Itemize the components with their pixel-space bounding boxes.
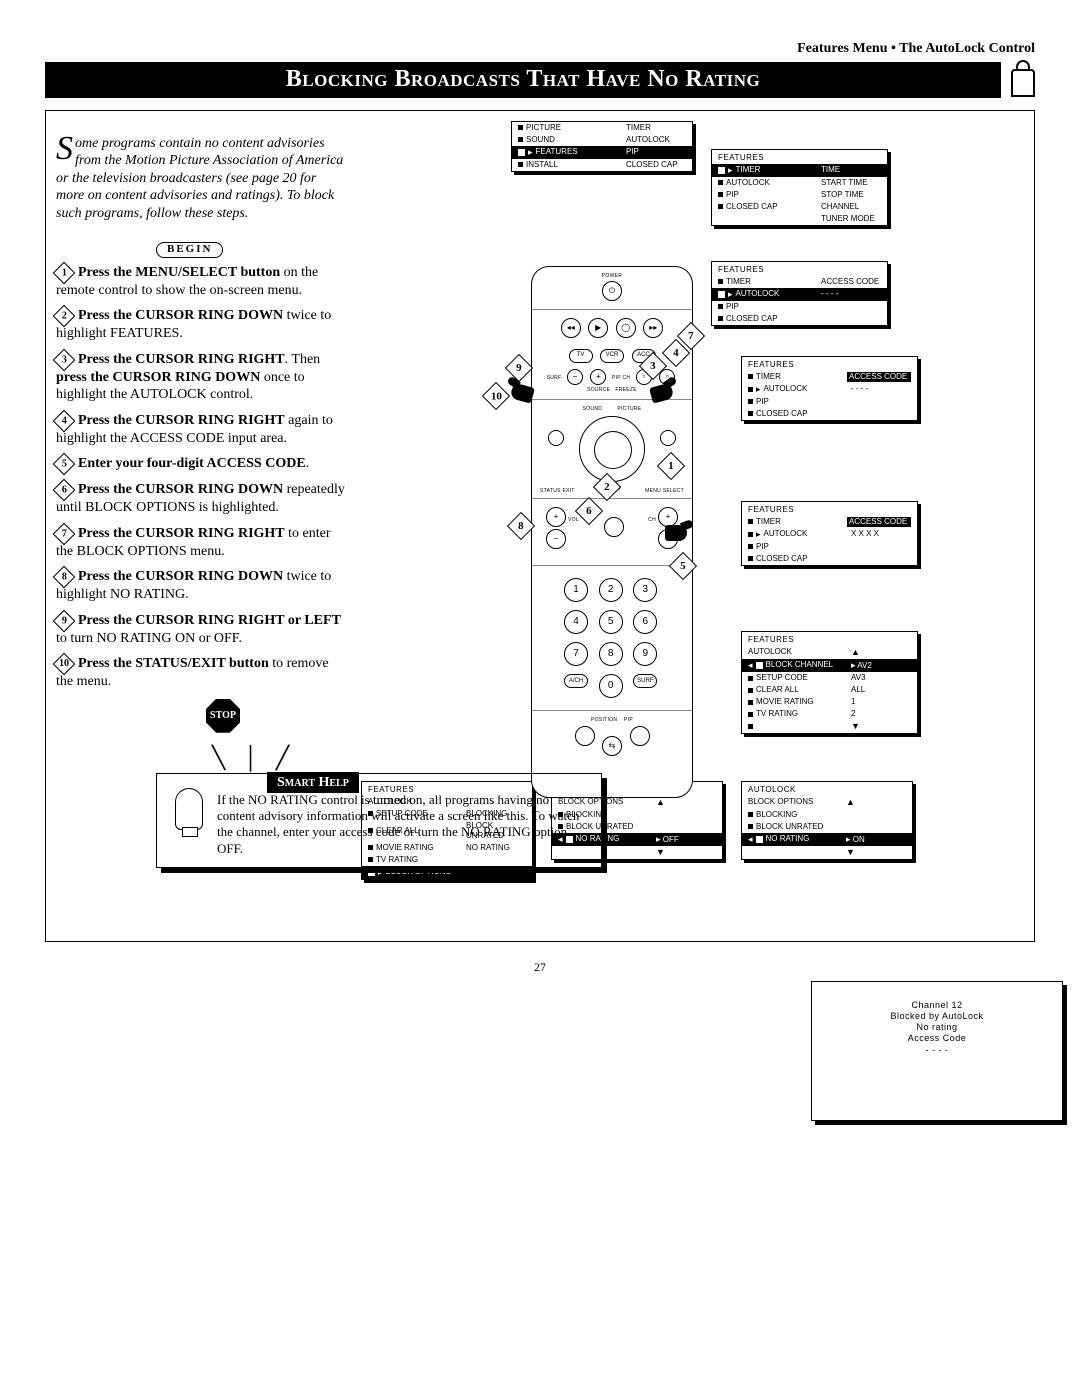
key-3[interactable]: 3 [633, 578, 657, 602]
key-7[interactable]: 7 [564, 642, 588, 666]
step-1: 1Press the MENU/SELECT button on the rem… [56, 264, 346, 300]
dropcap: S [56, 135, 75, 163]
rewind-button[interactable]: ◂◂ [561, 318, 581, 338]
osd-blocked-status: Channel 12 Blocked by AutoLock No rating… [811, 981, 1063, 1121]
key-2[interactable]: 2 [599, 578, 623, 602]
key-1[interactable]: 1 [564, 578, 588, 602]
step-2: 2Press the CURSOR RING DOWN twice to hig… [56, 307, 346, 343]
play-button[interactable]: ▶ [588, 318, 608, 338]
page-title: Blocking Broadcasts That Have No Rating [45, 62, 1001, 98]
bulb-rays-icon: ╲ │ ╱ [212, 744, 295, 772]
key-ach[interactable]: A/CH [564, 674, 588, 688]
begin-badge: BEGIN [156, 242, 223, 258]
stop-badge: STOP [206, 699, 240, 733]
step-8: 8Press the CURSOR RING DOWN twice to hig… [56, 568, 346, 604]
smart-sound-button[interactable] [548, 430, 564, 446]
step-6: 6Press the CURSOR RING DOWN repeatedly u… [56, 481, 346, 517]
step-4: 4Press the CURSOR RING RIGHT again to hi… [56, 412, 346, 448]
osd-features-timer: FEATURES ▸TIMERTIME AUTOLOCKSTART TIME P… [711, 149, 888, 226]
step-7: 7Press the CURSOR RING RIGHT to enter th… [56, 525, 346, 561]
key-5[interactable]: 5 [599, 610, 623, 634]
cursor-ring[interactable] [579, 416, 645, 482]
vol-up[interactable]: + [546, 507, 566, 527]
smart-picture-button[interactable] [660, 430, 676, 446]
hand-icon [661, 521, 691, 547]
smart-help-box: ╲ │ ╱ Smart Help If the NO RATING contro… [156, 773, 602, 868]
content-frame: Some programs contain no content advisor… [45, 110, 1035, 942]
key-4[interactable]: 4 [564, 610, 588, 634]
stop-button[interactable]: ◯ [616, 318, 636, 338]
lightbulb-icon [175, 788, 203, 830]
number-pad: 1 2 3 4 5 6 7 8 9 A/CH 0 SURF [562, 576, 662, 700]
osd-autolock-list: FEATURES AUTOLOCK▲ ◂BLOCK CHANNEL▸ AV2 S… [741, 631, 918, 735]
key-0[interactable]: 0 [599, 674, 623, 698]
step-5: 5Enter your four-digit ACCESS CODE. [56, 455, 346, 473]
step-9: 9Press the CURSOR RING RIGHT or LEFT to … [56, 612, 346, 648]
ffwd-button[interactable]: ▸▸ [643, 318, 663, 338]
vcr-button[interactable]: VCR [600, 349, 624, 363]
key-9[interactable]: 9 [633, 642, 657, 666]
key-6[interactable]: 6 [633, 610, 657, 634]
osd-features-autolock-xxxx: FEATURES TIMERACCESS CODE ▸AUTOLOCKX X X… [741, 501, 918, 566]
pip-button[interactable] [630, 726, 650, 746]
header-breadcrumb: Features Menu • The AutoLock Control [45, 40, 1035, 58]
smart-help-label: Smart Help [267, 772, 359, 794]
smart-help-text: If the NO RATING control is turned on, a… [217, 792, 579, 856]
page-number: 27 [45, 960, 1035, 975]
intro-paragraph: Some programs contain no content advisor… [56, 135, 346, 223]
key-surf[interactable]: SURF [633, 674, 657, 688]
osd-main-menu: PICTURETIMER SOUNDAUTOLOCK ▸FEATURESPIP … [511, 121, 693, 172]
position-button[interactable] [575, 726, 595, 746]
vol-down[interactable]: − [546, 529, 566, 549]
lock-icon [1011, 69, 1035, 97]
key-8[interactable]: 8 [599, 642, 623, 666]
power-button[interactable]: ⏻ [602, 281, 622, 301]
osd-no-rating-on: AUTOLOCK BLOCK OPTIONS▲ BLOCKING BLOCK U… [741, 781, 913, 861]
step-10: 10Press the STATUS/EXIT button to remove… [56, 655, 346, 691]
tv-button[interactable]: TV [569, 349, 593, 363]
mute-button[interactable] [604, 517, 624, 537]
pip-swap-button[interactable]: ⇆ [602, 736, 622, 756]
step-3: 3Press the CURSOR RING RIGHT. Then press… [56, 351, 346, 404]
osd-features-autolock-1: FEATURES TIMERACCESS CODE ▸AUTOLOCK- - -… [711, 261, 888, 326]
osd-features-autolock-2: FEATURES TIMERACCESS CODE ▸AUTOLOCK- - -… [741, 356, 918, 421]
